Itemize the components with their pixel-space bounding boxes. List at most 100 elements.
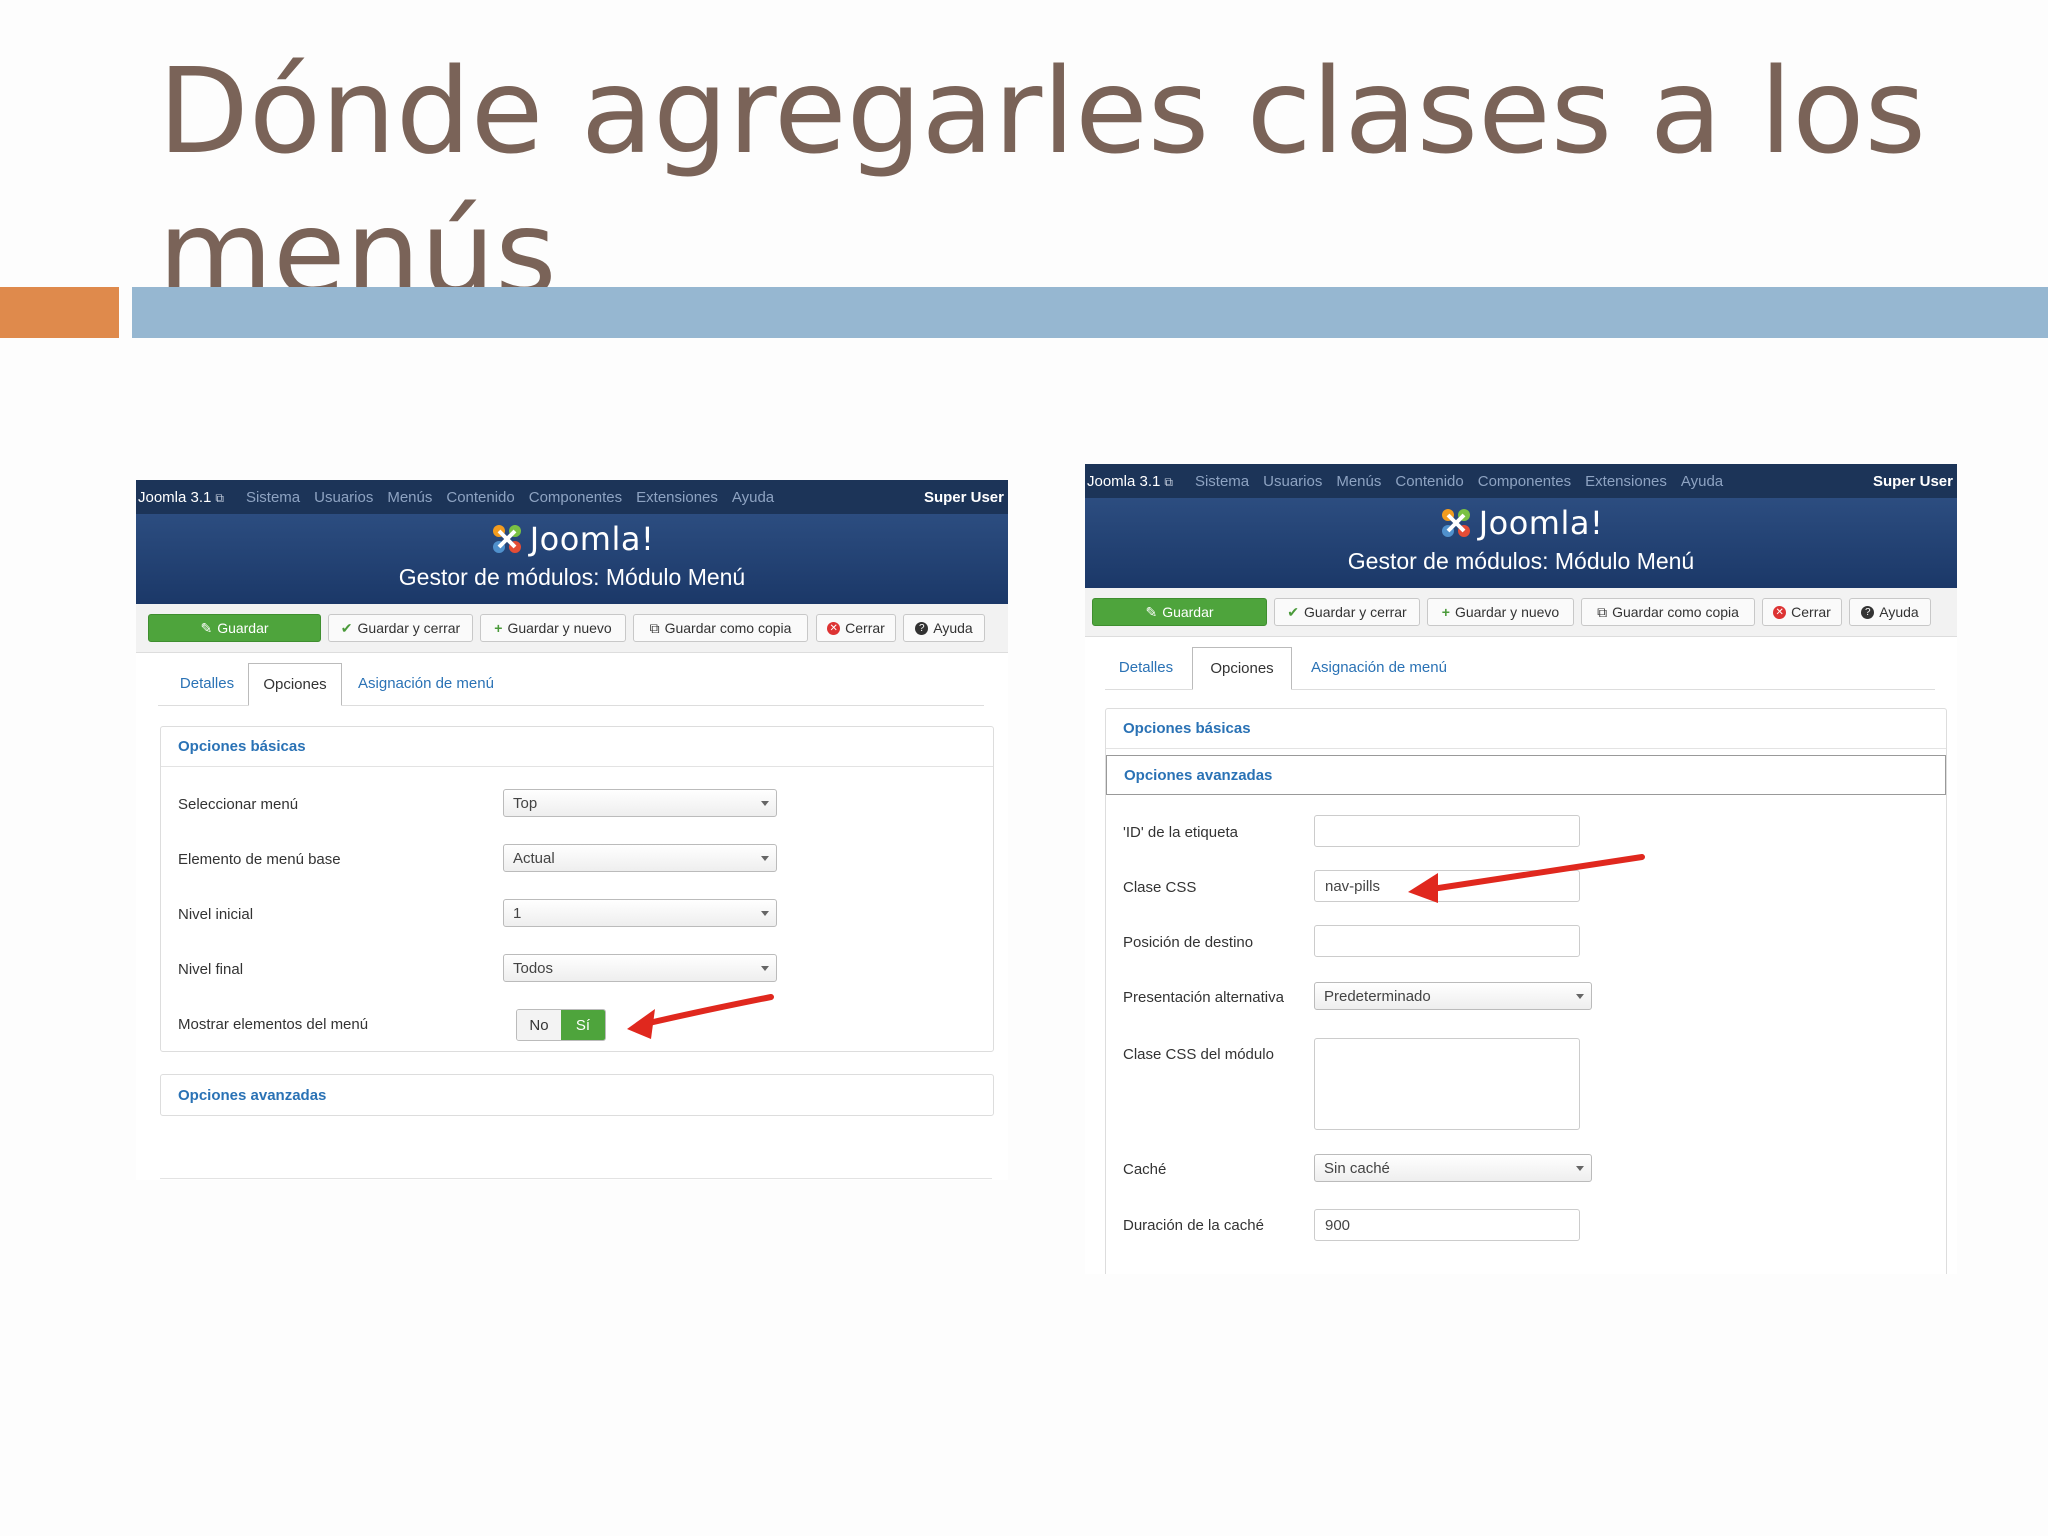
- save-copy-label: Guardar como copia: [664, 620, 792, 636]
- help-button[interactable]: ? Ayuda: [903, 614, 985, 642]
- save-close-button[interactable]: ✔ Guardar y cerrar: [1274, 598, 1420, 626]
- nav-sistema[interactable]: Sistema: [1195, 473, 1249, 490]
- field-label: Mostrar elementos del menú: [178, 1016, 369, 1033]
- nav-componentes[interactable]: Componentes: [529, 489, 622, 506]
- advanced-options-heading[interactable]: Opciones avanzadas: [1106, 755, 1946, 795]
- divider: [160, 1178, 992, 1179]
- accent-bar-orange: [0, 287, 119, 338]
- tab-opciones[interactable]: Opciones: [248, 663, 342, 706]
- check-icon: ✔: [1287, 603, 1300, 620]
- nav-menus[interactable]: Menús: [387, 489, 432, 506]
- check-icon: ✔: [340, 619, 353, 636]
- advanced-options-heading[interactable]: Opciones avanzadas: [161, 1075, 993, 1115]
- toggle-no[interactable]: No: [517, 1010, 561, 1040]
- select-menu-dropdown[interactable]: Top: [503, 789, 777, 817]
- admin-top-nav: Joomla 3.1 ⧉ Sistema Usuarios Menús Conte…: [1085, 464, 1957, 498]
- target-position-input[interactable]: [1314, 925, 1580, 957]
- logo-text: Joomla!: [529, 520, 655, 558]
- select-value: 1: [513, 904, 522, 922]
- nav-sistema[interactable]: Sistema: [246, 489, 300, 506]
- field-label: Seleccionar menú: [178, 796, 299, 813]
- show-subitems-toggle[interactable]: No Sí: [516, 1009, 606, 1041]
- start-level-dropdown[interactable]: 1: [503, 899, 777, 927]
- nav-usuarios[interactable]: Usuarios: [1263, 473, 1322, 490]
- tab-asignacion[interactable]: Asignación de menú: [350, 663, 502, 704]
- close-label: Cerrar: [845, 620, 885, 636]
- red-arrow-annotation: [627, 994, 774, 1039]
- tab-detalles[interactable]: Detalles: [172, 663, 242, 704]
- close-button[interactable]: ✕ Cerrar: [1762, 598, 1842, 626]
- chevron-down-icon: [761, 911, 769, 916]
- save-copy-button[interactable]: ⧉ Guardar como copia: [633, 614, 808, 642]
- tab-bar: Detalles Opciones Asignación de menú: [158, 663, 984, 706]
- chevron-down-icon: [761, 966, 769, 971]
- app-brand-label: Joomla 3.1: [138, 488, 212, 506]
- nav-usuarios[interactable]: Usuarios: [314, 489, 373, 506]
- save-label: Guardar: [1162, 604, 1214, 620]
- save-new-button[interactable]: + Guardar y nuevo: [480, 614, 626, 642]
- tab-asignacion[interactable]: Asignación de menú: [1300, 647, 1458, 688]
- plus-icon: +: [494, 620, 503, 636]
- page-header: Joomla! Gestor de módulos: Módulo Menú: [1085, 498, 1957, 588]
- field-label: Elemento de menú base: [178, 851, 341, 868]
- close-button[interactable]: ✕ Cerrar: [816, 614, 896, 642]
- cache-dropdown[interactable]: Sin caché: [1314, 1154, 1592, 1182]
- field-label: Clase CSS: [1123, 879, 1197, 896]
- joomla-logo: Joomla!: [1085, 504, 1957, 542]
- external-link-icon: ⧉: [1164, 474, 1173, 489]
- field-label: Duración de la caché: [1123, 1217, 1264, 1234]
- nav-contenido[interactable]: Contenido: [1395, 473, 1463, 490]
- nav-menus[interactable]: Menús: [1336, 473, 1381, 490]
- chevron-down-icon: [1576, 1166, 1584, 1171]
- user-menu[interactable]: Super User: [924, 489, 1004, 506]
- field-label: Nivel final: [178, 961, 244, 978]
- joomla-logo-icon: [492, 525, 521, 553]
- toggle-yes[interactable]: Sí: [561, 1010, 605, 1040]
- nav-ayuda[interactable]: Ayuda: [732, 489, 774, 506]
- select-value: Top: [513, 794, 538, 812]
- close-icon: ✕: [827, 621, 841, 635]
- tab-opciones[interactable]: Opciones: [1192, 647, 1292, 690]
- save-new-label: Guardar y nuevo: [1454, 604, 1560, 620]
- tab-bar: Detalles Opciones Asignación de menú: [1105, 647, 1935, 690]
- nav-contenido[interactable]: Contenido: [446, 489, 514, 506]
- end-level-dropdown[interactable]: Todos: [503, 954, 777, 982]
- tab-detalles[interactable]: Detalles: [1105, 647, 1187, 688]
- tag-id-input[interactable]: [1314, 815, 1580, 847]
- page-header: Joomla! Gestor de módulos: Módulo Menú: [136, 514, 1008, 604]
- accent-bar-blue: [132, 287, 2048, 338]
- close-label: Cerrar: [1791, 604, 1831, 620]
- save-copy-label: Guardar como copia: [1612, 604, 1739, 620]
- save-new-button[interactable]: + Guardar y nuevo: [1427, 598, 1574, 626]
- nav-extensiones[interactable]: Extensiones: [1585, 473, 1667, 490]
- save-button[interactable]: ✎ Guardar: [148, 614, 321, 642]
- user-menu[interactable]: Super User: [1873, 473, 1953, 490]
- chevron-down-icon: [1576, 994, 1584, 999]
- edit-icon: ✎: [1145, 603, 1158, 620]
- save-button[interactable]: ✎ Guardar: [1092, 598, 1267, 626]
- field-label: 'ID' de la etiqueta: [1123, 824, 1238, 841]
- basic-options-heading[interactable]: Opciones básicas: [1106, 709, 1946, 749]
- save-close-button[interactable]: ✔ Guardar y cerrar: [328, 614, 473, 642]
- nav-componentes[interactable]: Componentes: [1478, 473, 1571, 490]
- page-title: Gestor de módulos: Módulo Menú: [1347, 548, 1695, 574]
- nav-extensiones[interactable]: Extensiones: [636, 489, 718, 506]
- save-label: Guardar: [217, 620, 269, 636]
- nav-ayuda[interactable]: Ayuda: [1681, 473, 1723, 490]
- basic-options-heading[interactable]: Opciones básicas: [161, 727, 993, 767]
- save-new-label: Guardar y nuevo: [507, 620, 612, 636]
- base-item-dropdown[interactable]: Actual: [503, 844, 777, 872]
- module-class-textarea[interactable]: [1314, 1038, 1580, 1130]
- advanced-options-panel: Opciones avanzadas: [160, 1074, 994, 1116]
- logo-text: Joomla!: [1478, 504, 1604, 542]
- cache-duration-input[interactable]: 900: [1314, 1209, 1580, 1241]
- slide-title: Dónde agregarles clases a los menús: [158, 42, 1926, 322]
- alt-layout-dropdown[interactable]: Predeterminado: [1314, 982, 1592, 1010]
- app-brand[interactable]: Joomla 3.1 ⧉: [1087, 473, 1173, 490]
- basic-options-panel: Opciones básicas Seleccionar menú Top El…: [160, 726, 994, 1052]
- app-brand[interactable]: Joomla 3.1 ⧉: [138, 489, 224, 506]
- save-copy-button[interactable]: ⧉ Guardar como copia: [1581, 598, 1755, 626]
- field-label: Presentación alternativa: [1123, 989, 1284, 1006]
- field-label: Caché: [1123, 1161, 1167, 1178]
- help-button[interactable]: ? Ayuda: [1849, 598, 1931, 626]
